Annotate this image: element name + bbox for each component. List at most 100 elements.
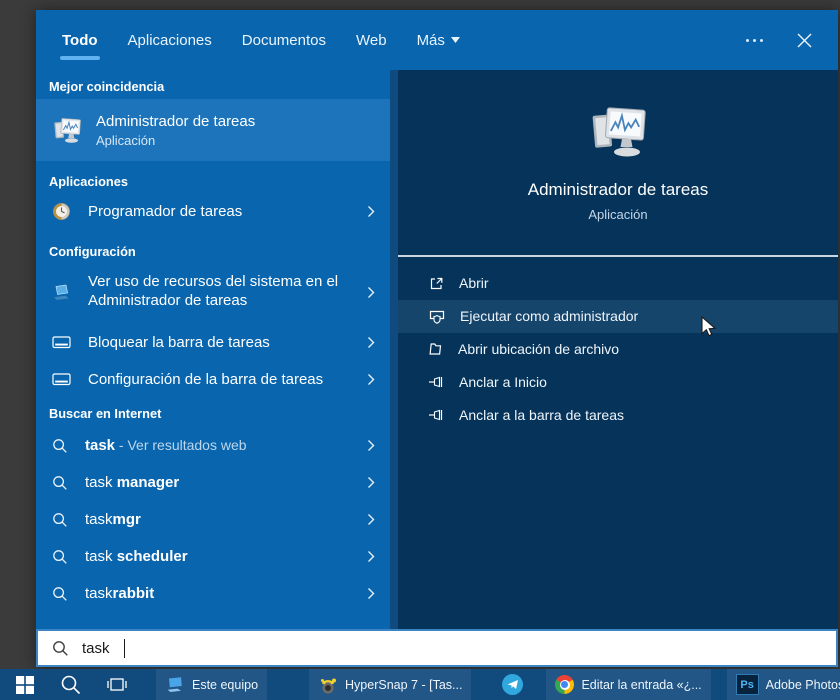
- close-icon[interactable]: [797, 33, 812, 48]
- task-view-icon: [107, 678, 127, 691]
- preview-panel: Administrador de tareas Aplicación Abrir: [398, 70, 838, 629]
- search-flyout-window: Todo Aplicaciones Documentos Web Más Mej…: [36, 10, 838, 667]
- more-options-icon[interactable]: [746, 31, 763, 49]
- tab-todo[interactable]: Todo: [60, 32, 100, 60]
- result-task-scheduler[interactable]: Programador de tareas: [36, 193, 390, 229]
- chevron-right-icon: [367, 513, 375, 526]
- open-icon: [428, 275, 445, 292]
- pin-icon: [428, 374, 445, 390]
- filter-tabs: Todo Aplicaciones Documentos Web Más: [60, 32, 460, 60]
- best-match-text: Administrador de tareas Aplicación: [96, 113, 255, 148]
- taskbar-app-hypersnap[interactable]: HyperSnap 7 - [Tas...: [309, 669, 472, 700]
- taskbar-app-telegram[interactable]: [493, 669, 532, 700]
- section-header-apps: Aplicaciones: [49, 174, 128, 189]
- task-manager-icon-large: [586, 102, 650, 160]
- search-results-body: Mejor coincidencia Administrador de tare…: [36, 70, 838, 629]
- best-match-subtitle: Aplicación: [96, 132, 156, 148]
- suggestion-text: task scheduler: [85, 548, 188, 565]
- chrome-icon: [555, 675, 575, 694]
- preview-divider: [398, 255, 838, 257]
- result-resource-usage[interactable]: Ver uso de recursos del sistema en el Ad…: [36, 266, 390, 318]
- taskbar-app-label: Adobe Photoshop ...: [765, 677, 840, 692]
- taskbar: Este equipo HyperSnap 7 - [Tas... Editar…: [0, 669, 840, 700]
- tab-aplicaciones[interactable]: Aplicaciones: [128, 32, 212, 49]
- web-suggestion[interactable]: task scheduler: [36, 538, 390, 575]
- taskbar-app-label: Editar la entrada «¿...: [581, 677, 702, 692]
- section-header-settings: Configuración: [49, 244, 136, 259]
- start-button[interactable]: [2, 669, 48, 700]
- tab-mas[interactable]: Más: [417, 32, 460, 49]
- best-match-result[interactable]: Administrador de tareas Aplicación: [36, 99, 390, 161]
- suggestion-text: task manager: [85, 474, 180, 491]
- taskbar-settings-icon: [52, 335, 71, 349]
- result-label: Programador de tareas: [88, 202, 243, 220]
- suggestion-text: taskrabbit: [85, 585, 155, 602]
- header-controls: [746, 31, 838, 49]
- web-suggestion[interactable]: taskrabbit: [36, 575, 390, 612]
- results-panel: Mejor coincidencia Administrador de tare…: [36, 70, 390, 629]
- web-suggestion[interactable]: task - Ver resultados web: [36, 427, 390, 464]
- task-view-button[interactable]: [94, 669, 140, 700]
- result-lock-taskbar[interactable]: Bloquear la barra de tareas: [36, 324, 390, 360]
- tab-documentos[interactable]: Documentos: [242, 32, 326, 49]
- result-label: Bloquear la barra de tareas: [88, 333, 270, 351]
- taskbar-app-photoshop[interactable]: Ps Adobe Photoshop ...: [726, 669, 840, 700]
- web-suggestion[interactable]: task manager: [36, 464, 390, 501]
- chevron-right-icon: [367, 476, 375, 489]
- hypersnap-icon: [321, 678, 337, 694]
- action-label: Anclar a la barra de tareas: [459, 407, 624, 423]
- search-icon: [52, 549, 68, 565]
- chevron-right-icon: [367, 286, 375, 299]
- suggestion-text: taskmgr: [85, 511, 141, 528]
- action-pin-to-start[interactable]: Anclar a Inicio: [398, 366, 838, 399]
- result-label: Ver uso de recursos del sistema en el Ad…: [88, 273, 339, 309]
- chevron-right-icon: [367, 373, 375, 386]
- search-query-text: task: [82, 639, 110, 657]
- search-icon: [52, 586, 68, 602]
- chevron-down-icon: [450, 37, 460, 43]
- tab-mas-label: Más: [416, 31, 445, 49]
- search-icon: [52, 475, 68, 491]
- taskbar-settings-icon: [52, 372, 71, 386]
- action-label: Abrir ubicación de archivo: [458, 341, 620, 357]
- action-pin-to-taskbar[interactable]: Anclar a la barra de tareas: [398, 399, 838, 432]
- taskbar-search-button[interactable]: [48, 669, 94, 700]
- pin-icon: [428, 407, 445, 423]
- windows-logo-icon: [16, 675, 34, 694]
- search-header: Todo Aplicaciones Documentos Web Más: [36, 10, 838, 70]
- action-open[interactable]: Abrir: [398, 267, 838, 300]
- file-location-icon: [428, 341, 444, 357]
- taskbar-app-chrome[interactable]: Editar la entrada «¿...: [546, 669, 711, 700]
- result-label: Configuración de la barra de tareas: [88, 370, 324, 388]
- chevron-right-icon: [367, 550, 375, 563]
- action-label: Abrir: [459, 275, 489, 291]
- context-actions: Abrir Ejecutar como administrador Abrir …: [398, 267, 838, 432]
- preview-title: Administrador de tareas: [527, 180, 709, 199]
- chevron-right-icon: [367, 439, 375, 452]
- action-run-as-admin[interactable]: Ejecutar como administrador: [398, 299, 838, 333]
- photoshop-icon: Ps: [735, 674, 759, 695]
- telegram-icon: [502, 674, 524, 695]
- action-open-file-location[interactable]: Abrir ubicación de archivo: [398, 333, 838, 366]
- search-icon: [52, 512, 68, 528]
- action-label: Ejecutar como administrador: [460, 308, 639, 324]
- this-pc-icon: [167, 677, 182, 692]
- tab-web[interactable]: Web: [356, 32, 387, 49]
- section-header-web: Buscar en Internet: [49, 406, 162, 421]
- panel-divider: [390, 70, 398, 629]
- chevron-right-icon: [367, 205, 375, 218]
- search-icon: [61, 675, 81, 694]
- result-taskbar-settings[interactable]: Configuración de la barra de tareas: [36, 361, 390, 397]
- best-match-title: Administrador de tareas: [96, 112, 256, 130]
- search-input[interactable]: task: [36, 629, 838, 667]
- taskbar-app-label: HyperSnap 7 - [Tas...: [345, 677, 463, 692]
- taskbar-app-this-pc[interactable]: Este equipo: [156, 669, 268, 700]
- task-scheduler-icon: [52, 202, 71, 221]
- text-caret: [123, 638, 126, 658]
- search-icon: [52, 438, 68, 454]
- action-label: Anclar a Inicio: [459, 374, 547, 390]
- resource-usage-icon: [52, 284, 71, 301]
- web-suggestion[interactable]: taskmgr: [36, 501, 390, 538]
- run-as-admin-icon: [428, 308, 446, 325]
- search-icon: [52, 640, 69, 657]
